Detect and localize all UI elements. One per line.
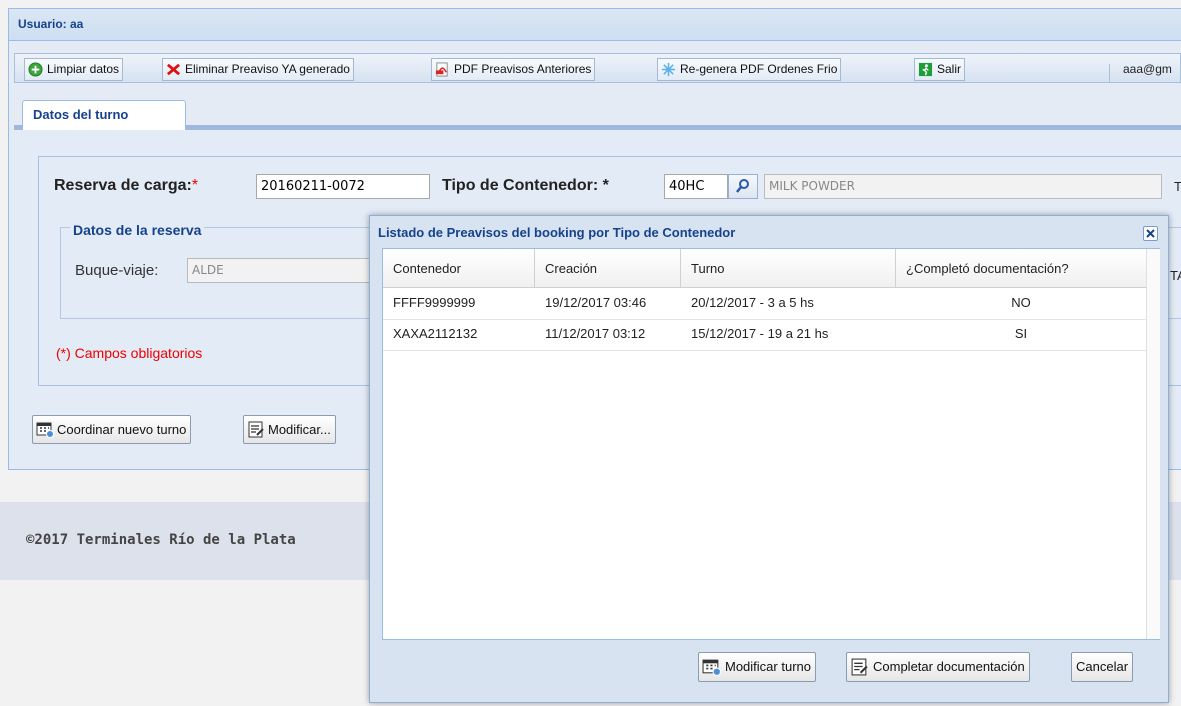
- complete-documentation-label: Completar documentación: [873, 659, 1025, 674]
- coordinate-new-turn-label: Coordinar nuevo turno: [57, 422, 187, 437]
- dialog-close-button[interactable]: [1143, 226, 1158, 241]
- buque-field: ALDE: [187, 258, 377, 283]
- exit-button[interactable]: Salir: [914, 58, 966, 81]
- calendar-icon: [36, 422, 54, 438]
- column-header-contenedor[interactable]: Contenedor: [383, 249, 535, 288]
- table-row[interactable]: FFFF9999999 19/12/2017 03:46 20/12/2017 …: [383, 289, 1146, 320]
- grid-scrollbar[interactable]: [1146, 249, 1160, 639]
- column-header-turno[interactable]: Turno: [681, 249, 896, 288]
- modify-turn-label: Modificar turno: [725, 659, 811, 674]
- snowflake-icon: [661, 62, 676, 77]
- cell-creacion: 19/12/2017 03:46: [545, 295, 647, 310]
- coordinate-new-turn-button[interactable]: Coordinar nuevo turno: [32, 415, 192, 444]
- dialog-title: Listado de Preavisos del booking por Tip…: [378, 225, 736, 240]
- column-header-completo[interactable]: ¿Completó documentación?: [896, 249, 1146, 288]
- user-email: aaa@gm: [1123, 62, 1172, 76]
- exit-door-icon: [918, 62, 933, 77]
- pdf-icon: [435, 62, 448, 77]
- modify-button[interactable]: Modificar...: [243, 415, 336, 444]
- regenerate-pdf-label: Re-genera PDF Ordenes Frio: [680, 62, 838, 76]
- required-mark: *: [191, 177, 199, 194]
- footer-copyright: ©2017 Terminales Río de la Plata: [26, 532, 296, 548]
- tipo-descripcion-field: MILK POWDER: [764, 174, 1162, 199]
- pdf-preavisos-button[interactable]: PDF Preavisos Anteriores: [431, 58, 596, 81]
- preavisos-grid: Contenedor Creación Turno ¿Completó docu…: [382, 248, 1160, 640]
- cell-turno: 15/12/2017 - 19 a 21 hs: [691, 326, 829, 341]
- required-fields-note: (*) Campos obligatorios: [56, 345, 203, 361]
- reserva-input[interactable]: 20160211-0072: [256, 174, 430, 199]
- add-circle-icon: [28, 62, 43, 77]
- cell-turno: 20/12/2017 - 3 a 5 hs: [691, 295, 814, 310]
- grid-header: Contenedor Creación Turno ¿Completó docu…: [383, 249, 1146, 288]
- truncated-label-ta: TA: [1170, 268, 1181, 283]
- truncated-label-t: T: [1174, 179, 1181, 194]
- panel-title: Usuario: aa: [9, 9, 1181, 41]
- tab-bar: Datos del turno: [14, 90, 1181, 130]
- edit-document-icon: [851, 658, 868, 676]
- delete-preaviso-button[interactable]: Eliminar Preaviso YA generado: [162, 58, 354, 81]
- reserva-legend: Datos de la reserva: [70, 222, 205, 238]
- reserva-label: Reserva de carga:*: [54, 177, 198, 195]
- search-icon: [736, 179, 749, 193]
- table-row[interactable]: XAXA2112132 11/12/2017 03:12 15/12/2017 …: [383, 320, 1146, 351]
- reserva-label-text: Reserva de carga:: [54, 177, 192, 194]
- cell-completo: SI: [1014, 326, 1028, 341]
- toolbar-separator: [1109, 64, 1110, 82]
- clear-data-label: Limpiar datos: [47, 62, 120, 76]
- delete-preaviso-label: Eliminar Preaviso YA generado: [185, 62, 350, 76]
- close-icon: [1146, 229, 1155, 238]
- exit-label: Salir: [937, 62, 962, 76]
- delete-x-icon: [166, 63, 181, 76]
- tab-datos-del-turno[interactable]: Datos del turno: [22, 100, 186, 130]
- regenerate-pdf-button[interactable]: Re-genera PDF Ordenes Frio: [657, 58, 842, 81]
- buque-label: Buque-viaje:: [75, 262, 159, 279]
- edit-document-icon: [248, 421, 264, 438]
- cell-contenedor: XAXA2112132: [393, 326, 478, 341]
- calendar-icon: [702, 659, 721, 676]
- pdf-preavisos-label: PDF Preavisos Anteriores: [454, 62, 592, 76]
- modify-label: Modificar...: [268, 422, 331, 437]
- cancel-button[interactable]: Cancelar: [1071, 652, 1134, 682]
- tipo-contenedor-input[interactable]: 40HC: [664, 174, 728, 199]
- tipo-contenedor-label: Tipo de Contenedor: *: [442, 177, 609, 194]
- complete-documentation-button[interactable]: Completar documentación: [846, 652, 1030, 682]
- search-button[interactable]: [728, 174, 758, 199]
- modify-turn-button[interactable]: Modificar turno: [698, 652, 816, 682]
- cell-contenedor: FFFF9999999: [393, 295, 476, 310]
- column-header-creacion[interactable]: Creación: [535, 249, 681, 288]
- clear-data-button[interactable]: Limpiar datos: [24, 58, 124, 81]
- cell-creacion: 11/12/2017 03:12: [545, 326, 646, 341]
- preavisos-dialog: Listado de Preavisos del booking por Tip…: [369, 215, 1169, 703]
- cell-completo: NO: [1011, 295, 1031, 310]
